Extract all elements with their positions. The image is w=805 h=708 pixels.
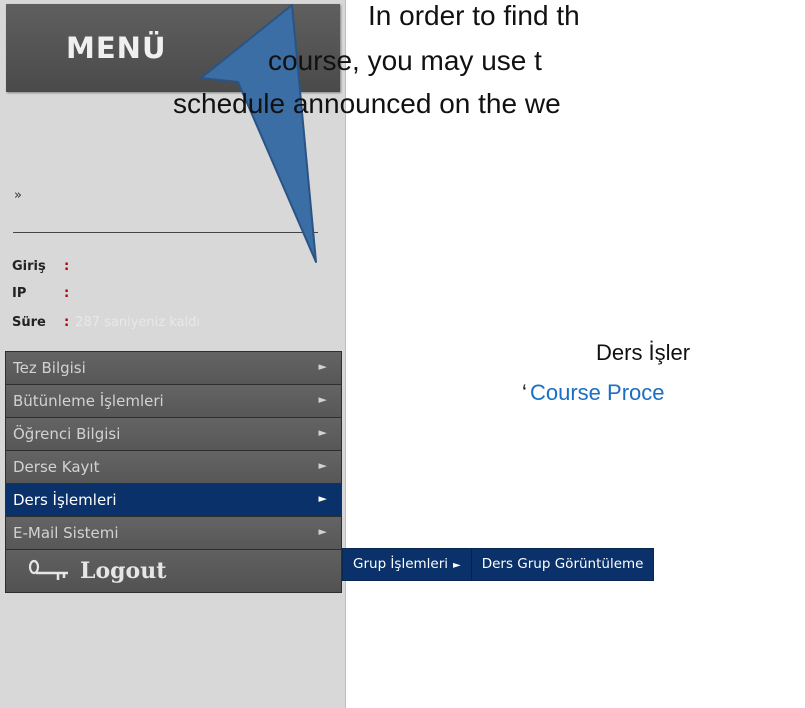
instruction-line-1: In order to find th (368, 0, 580, 31)
course-procedures-link-text: Course Proce (530, 380, 665, 405)
annotation-quote: ‘ (522, 380, 527, 405)
instruction-line-2: course, you may use t (268, 45, 542, 76)
ders-islemleri-annotation: Ders İşler (596, 340, 691, 365)
instruction-line-3: schedule announced on the we (173, 88, 561, 119)
